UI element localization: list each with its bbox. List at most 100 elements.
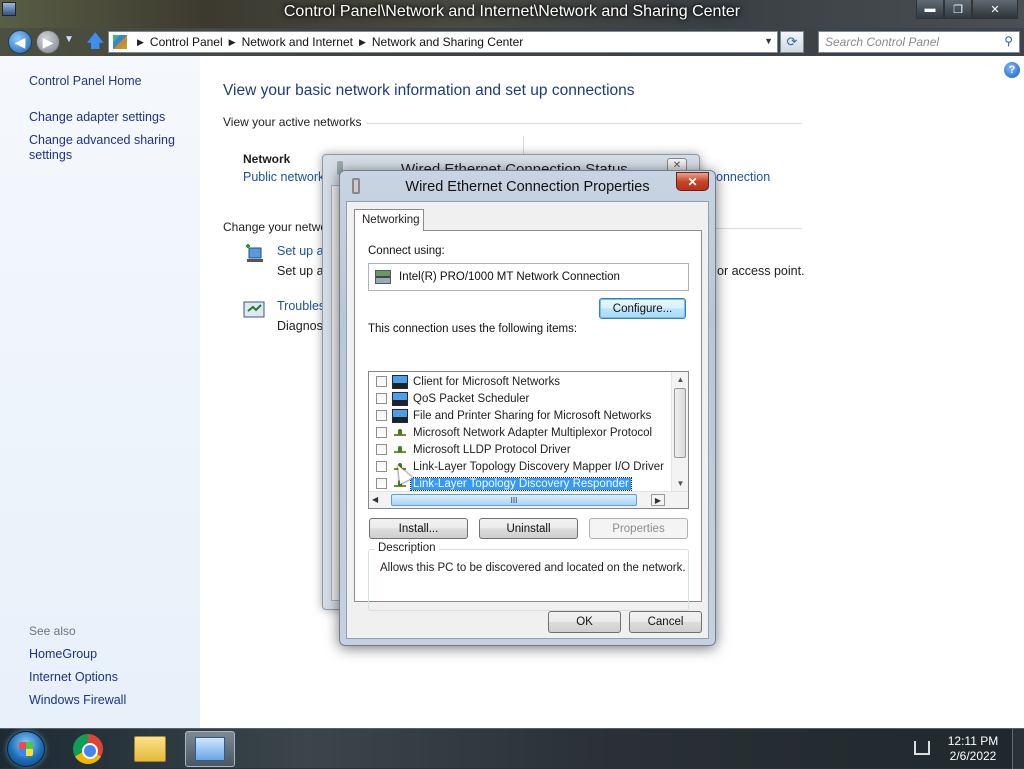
list-item[interactable]: QoS Packet Scheduler: [369, 390, 669, 407]
windows-firewall-link[interactable]: Windows Firewall: [29, 693, 126, 707]
back-button[interactable]: ◀: [8, 30, 32, 54]
breadcrumb-chevron-icon[interactable]: ▶: [137, 37, 144, 48]
scroll-left-arrow-icon[interactable]: ◀: [372, 495, 378, 504]
chrome-icon: [73, 734, 103, 764]
taskbar: 12:11 PM 2/6/2022: [0, 728, 1024, 769]
scroll-down-arrow-icon[interactable]: ▼: [672, 479, 688, 488]
change-advanced-sharing-link[interactable]: Change advanced sharing: [29, 133, 175, 147]
search-input[interactable]: Search Control Panel ⚲: [818, 31, 1020, 53]
start-button[interactable]: [7, 731, 45, 767]
breadcrumb-chevron-icon[interactable]: ▶: [229, 37, 236, 48]
scroll-right-arrow-icon[interactable]: ▶: [651, 494, 665, 506]
connection-properties-dialog[interactable]: Wired Ethernet Connection Properties ✕ N…: [339, 170, 716, 646]
search-placeholder: Search Control Panel: [825, 35, 940, 49]
list-item[interactable]: Link-Layer Topology Discovery Mapper I/O…: [369, 458, 669, 475]
change-settings-heading: Change your netwo: [223, 220, 328, 234]
homegroup-link[interactable]: HomeGroup: [29, 647, 97, 661]
network-name: Network: [243, 152, 291, 166]
troubleshoot-link[interactable]: Troubles: [277, 299, 325, 313]
control-panel-home-link[interactable]: Control Panel Home: [29, 74, 142, 88]
cancel-button[interactable]: Cancel: [629, 611, 702, 633]
close-button[interactable]: ✕: [972, 0, 1018, 19]
dialog-client-area: Networking Connect using: Intel(R) PRO/1…: [346, 201, 709, 639]
install-button[interactable]: Install...: [369, 518, 468, 539]
networking-tab-panel: Connect using: Intel(R) PRO/1000 MT Netw…: [354, 230, 702, 611]
control-panel-icon: [195, 737, 225, 761]
section-divider: [716, 228, 802, 229]
uninstall-button[interactable]: Uninstall: [479, 518, 578, 539]
description-heading: Description: [375, 542, 439, 554]
tab-networking[interactable]: Networking: [354, 209, 424, 231]
item-checkbox[interactable]: [376, 478, 387, 489]
maximize-button[interactable]: ❐: [944, 0, 972, 19]
taskbar-control-panel-button[interactable]: [185, 731, 235, 767]
recent-pages-dropdown[interactable]: ▼: [64, 34, 74, 45]
network-tray-icon[interactable]: [914, 741, 930, 755]
navigation-bar: ◀ ▶ ▼ 🡅 ▶ Control Panel ▶ Network and In…: [0, 28, 1024, 56]
configure-button[interactable]: Configure...: [599, 298, 686, 319]
list-item[interactable]: File and Printer Sharing for Microsoft N…: [369, 407, 669, 424]
arrow-left-icon: ◀: [14, 33, 26, 50]
scroll-up-arrow-icon[interactable]: ▲: [672, 375, 688, 384]
forward-button[interactable]: ▶: [36, 30, 60, 54]
setup-connection-description: Set up a: [277, 264, 324, 278]
item-checkbox[interactable]: [376, 427, 387, 438]
see-also-heading: See also: [29, 624, 76, 638]
list-item[interactable]: Microsoft Network Adapter Multiplexor Pr…: [369, 424, 669, 441]
help-icon[interactable]: ?: [1004, 62, 1020, 78]
item-label: Client for Microsoft Networks: [413, 375, 560, 388]
taskbar-chrome-button[interactable]: [63, 731, 113, 767]
minimize-button[interactable]: ▬: [916, 0, 944, 19]
list-item[interactable]: Microsoft LLDP Protocol Driver: [369, 441, 669, 458]
folder-icon: [134, 736, 166, 762]
system-clock[interactable]: 12:11 PM 2/6/2022: [938, 734, 1008, 764]
refresh-icon: ⟳: [786, 34, 798, 49]
network-client-icon: [392, 374, 408, 389]
network-service-icon: [392, 408, 408, 423]
taskbar-explorer-button[interactable]: [125, 731, 175, 767]
address-dropdown-icon[interactable]: ▼: [764, 36, 773, 46]
breadcrumb-control-panel[interactable]: Control Panel: [150, 35, 223, 49]
window-titlebar[interactable]: Control Panel\Network and Internet\Netwo…: [0, 0, 1024, 28]
clock-date: 2/6/2022: [949, 749, 997, 763]
breadcrumb-network-and-internet[interactable]: Network and Internet: [242, 35, 353, 49]
show-desktop-button[interactable]: [1012, 729, 1024, 769]
change-adapter-settings-link[interactable]: Change adapter settings: [29, 110, 165, 124]
setup-connection-description-tail: or access point.: [717, 264, 805, 278]
item-label: File and Printer Sharing for Microsoft N…: [413, 409, 652, 422]
vertical-scrollbar[interactable]: ▲ ▼: [671, 372, 688, 492]
adapter-field: Intel(R) PRO/1000 MT Network Connection: [368, 263, 689, 291]
horizontal-scrollbar[interactable]: ◀ III ▶: [369, 491, 688, 508]
network-type-link[interactable]: Public network: [243, 170, 324, 184]
setup-connection-link[interactable]: Set up a: [277, 244, 324, 258]
troubleshoot-icon: [243, 301, 265, 318]
items-list[interactable]: Client for Microsoft Networks QoS Packet…: [368, 371, 689, 509]
item-checkbox[interactable]: [376, 410, 387, 421]
vertical-scroll-thumb[interactable]: [674, 388, 686, 458]
list-item-selected[interactable]: Link-Layer Topology Discovery Responder: [369, 475, 669, 492]
up-level-button[interactable]: 🡅: [86, 32, 105, 50]
address-bar[interactable]: ▶ Control Panel ▶ Network and Internet ▶…: [108, 31, 778, 53]
search-icon[interactable]: ⚲: [1004, 34, 1013, 48]
item-label: QoS Packet Scheduler: [413, 392, 530, 405]
horizontal-scroll-thumb[interactable]: III: [391, 494, 637, 506]
window-title: Control Panel\Network and Internet\Netwo…: [283, 3, 741, 20]
item-checkbox[interactable]: [376, 444, 387, 455]
item-description: Allows this PC to be discovered and loca…: [380, 562, 686, 574]
item-label: Microsoft LLDP Protocol Driver: [413, 443, 571, 456]
breadcrumb-network-and-sharing-center[interactable]: Network and Sharing Center: [372, 35, 523, 49]
properties-dialog-close-button[interactable]: ✕: [676, 172, 709, 191]
internet-options-link[interactable]: Internet Options: [29, 670, 118, 684]
refresh-button[interactable]: ⟳: [780, 31, 804, 53]
page-title: View your basic network information and …: [223, 82, 635, 99]
item-checkbox[interactable]: [376, 376, 387, 387]
item-checkbox[interactable]: [376, 461, 387, 472]
item-properties-button[interactable]: Properties: [589, 518, 688, 539]
ok-button[interactable]: OK: [548, 611, 621, 633]
change-advanced-sharing-link-line2[interactable]: settings: [29, 148, 72, 162]
properties-dialog-title: Wired Ethernet Connection Properties: [405, 179, 650, 195]
breadcrumb-chevron-icon[interactable]: ▶: [359, 37, 366, 48]
list-item[interactable]: Client for Microsoft Networks: [369, 373, 669, 390]
item-checkbox[interactable]: [376, 393, 387, 404]
ethernet-connection-link[interactable]: onnection: [716, 170, 770, 184]
